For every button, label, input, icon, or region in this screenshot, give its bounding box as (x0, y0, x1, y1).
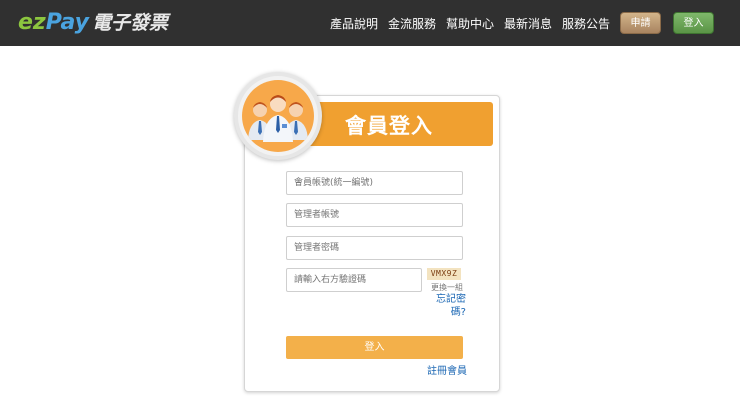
member-group-icon (242, 80, 314, 152)
logo-pay-text: Pay (45, 10, 89, 35)
captcha-image: VMX9Z (427, 268, 461, 280)
apply-button[interactable]: 申請 (620, 12, 661, 34)
captcha-refresh-link[interactable]: 更換一組 (431, 282, 463, 293)
logo-ez-text: ez (18, 10, 46, 35)
forgot-password-link[interactable]: 忘記密碼? (436, 293, 466, 319)
register-member-link[interactable]: 註冊會員 (427, 362, 467, 377)
header-login-button[interactable]: 登入 (673, 12, 714, 34)
admin-password-input[interactable] (286, 236, 463, 260)
top-navbar: ez Pay 電子發票 產品說明 金流服務 幫助中心 最新消息 服務公告 申請 … (0, 0, 740, 46)
nav-latest-news[interactable]: 最新消息 (504, 15, 552, 32)
nav-service-announcement[interactable]: 服務公告 (562, 15, 610, 32)
member-account-input[interactable] (286, 171, 463, 195)
captcha-input[interactable] (286, 268, 422, 292)
ezpay-logo[interactable]: ez Pay 電子發票 (18, 8, 168, 38)
logo-chinese-text: 電子發票 (91, 12, 168, 34)
nav-payment-service[interactable]: 金流服務 (388, 15, 436, 32)
nav-product-info[interactable]: 產品說明 (330, 15, 378, 32)
nav-help-center[interactable]: 幫助中心 (446, 15, 494, 32)
admin-account-input[interactable] (286, 203, 463, 227)
login-submit-button[interactable]: 登入 (286, 336, 463, 359)
login-title: 會員登入 (345, 114, 433, 138)
